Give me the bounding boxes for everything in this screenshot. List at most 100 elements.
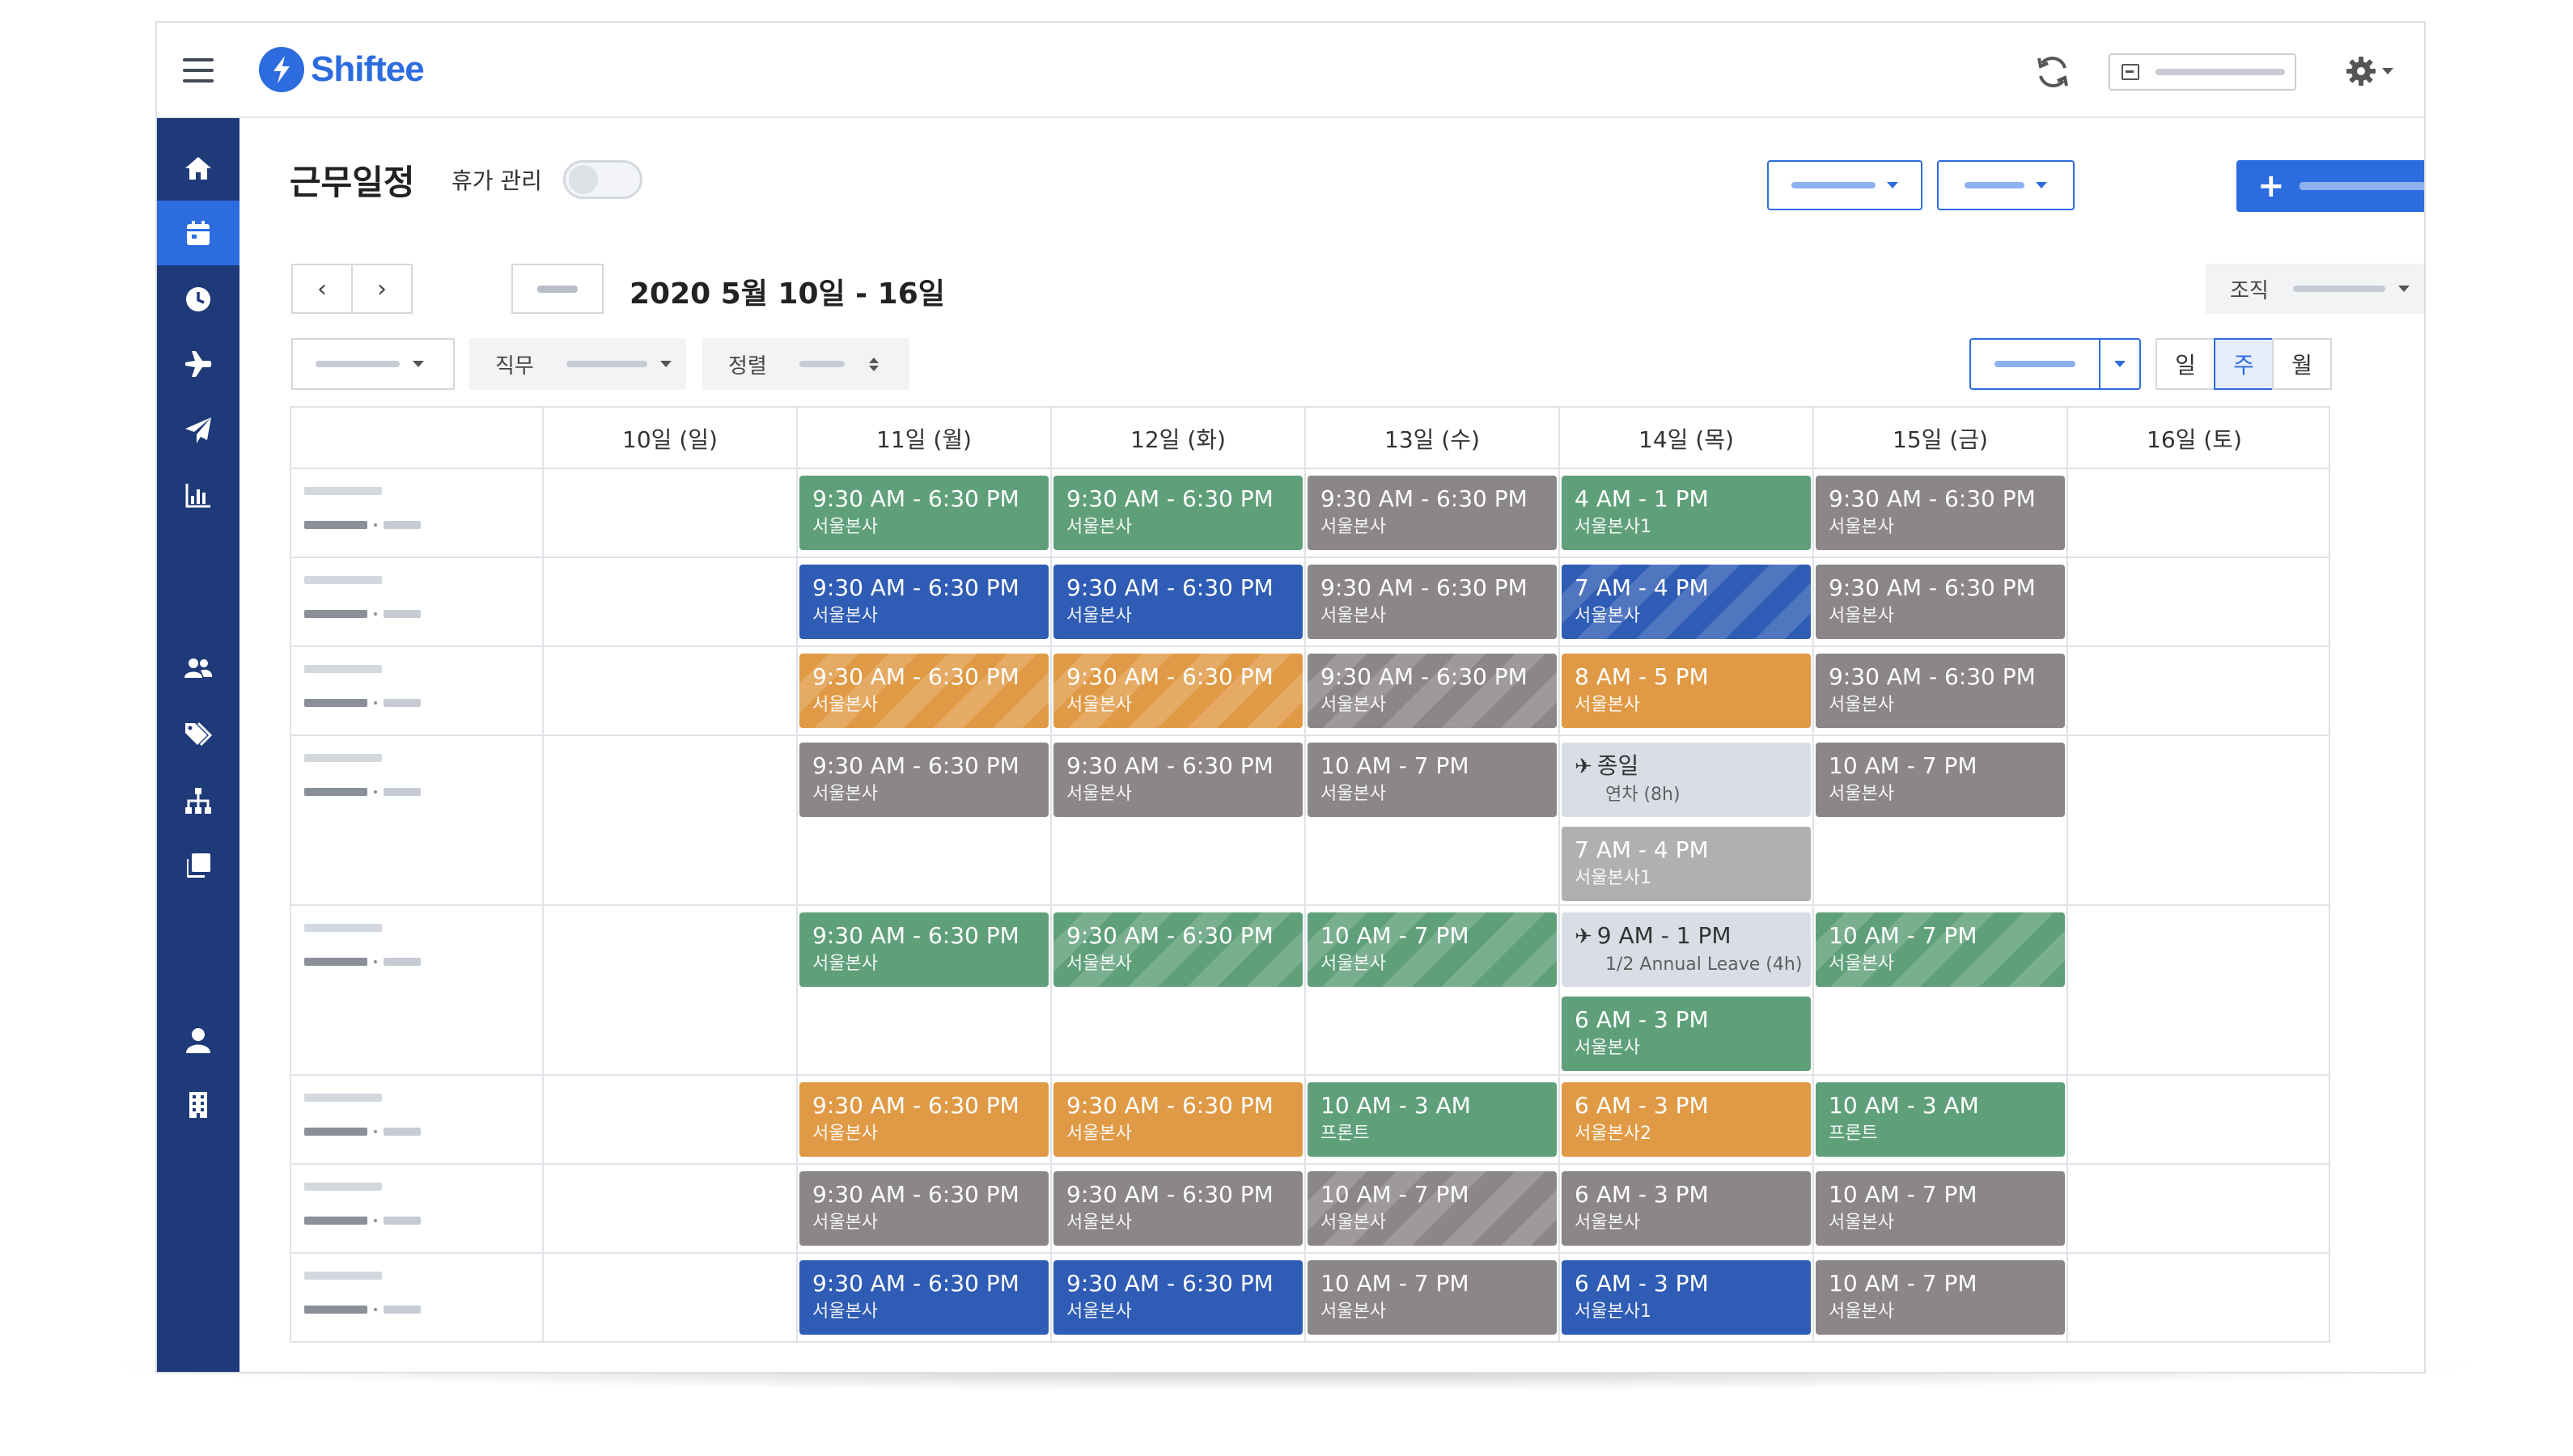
next-week-button[interactable]: ›	[351, 264, 413, 314]
day-header[interactable]: 16일 (토)	[2066, 408, 2321, 469]
shift-block[interactable]: 9:30 AM - 6:30 PM 서울본사	[799, 476, 1049, 550]
settings-menu[interactable]	[2345, 55, 2393, 87]
view-type-select[interactable]	[1969, 338, 2141, 390]
sidebar-item-home[interactable]	[157, 136, 239, 201]
leave-toggle[interactable]	[563, 160, 642, 199]
airplane-icon: ✈	[1575, 925, 1592, 949]
day-header[interactable]: 10일 (일)	[542, 408, 796, 469]
shift-block[interactable]: 9:30 AM - 6:30 PM 서울본사	[1053, 743, 1303, 817]
shift-location: 프론트	[1829, 1124, 1878, 1144]
dropdown-button-2[interactable]	[1937, 160, 2075, 210]
shift-block[interactable]: 9:30 AM - 6:30 PM 서울본사	[1308, 654, 1557, 728]
job-filter-select[interactable]: 직무	[469, 338, 686, 390]
today-button[interactable]	[511, 264, 604, 314]
shift-block[interactable]: 9:30 AM - 6:30 PM 서울본사	[799, 743, 1049, 817]
shift-block[interactable]: 9:30 AM - 6:30 PM 서울본사	[1308, 476, 1557, 550]
day-header[interactable]: 11일 (월)	[796, 408, 1050, 469]
shift-block[interactable]: 9:30 AM - 6:30 PM 서울본사	[799, 912, 1049, 987]
shift-block[interactable]: 9:30 AM - 6:30 PM 서울본사	[799, 1260, 1049, 1335]
shift-block[interactable]: 7 AM - 4 PM 서울본사	[1562, 565, 1811, 639]
employee-name-placeholder[interactable]	[304, 1183, 421, 1227]
add-schedule-button[interactable]: +	[2236, 160, 2424, 212]
sidebar-item-organization[interactable]	[157, 768, 239, 833]
column-divider	[796, 1254, 798, 1341]
org-select[interactable]: 조직	[2206, 264, 2424, 314]
user-menu-box[interactable]	[2109, 53, 2296, 91]
shift-block[interactable]: 9:30 AM - 6:30 PM 서울본사	[1053, 654, 1303, 728]
shift-block[interactable]: 6 AM - 3 PM 서울본사2	[1562, 1082, 1811, 1157]
column-divider	[542, 558, 544, 645]
shift-block[interactable]: 9:30 AM - 6:30 PM 서울본사	[799, 654, 1049, 728]
shift-block[interactable]: 10 AM - 3 AM 프론트	[1308, 1082, 1557, 1157]
shift-block[interactable]: 9:30 AM - 6:30 PM 서울본사	[1053, 565, 1303, 639]
shift-block[interactable]: 9:30 AM - 6:30 PM 서울본사	[1053, 1171, 1303, 1246]
employee-name-placeholder[interactable]	[304, 1094, 421, 1138]
employee-name-placeholder[interactable]	[304, 1272, 421, 1316]
shift-block[interactable]: 9:30 AM - 6:30 PM 서울본사	[1816, 476, 2065, 550]
view-day-button[interactable]: 일	[2155, 338, 2215, 390]
shift-block[interactable]: 9:30 AM - 6:30 PM 서울본사	[1816, 565, 2065, 639]
shift-block[interactable]: 9:30 AM - 6:30 PM 서울본사	[1053, 476, 1303, 550]
sidebar-item-templates[interactable]	[157, 833, 239, 898]
view-month-button[interactable]: 월	[2272, 338, 2332, 390]
shift-block[interactable]: 6 AM - 3 PM 서울본사	[1562, 997, 1811, 1071]
sort-select[interactable]: 정렬	[702, 338, 909, 390]
sidebar-item-employees[interactable]	[157, 636, 239, 700]
shift-block[interactable]: 10 AM - 7 PM 서울본사	[1816, 1171, 2065, 1246]
employee-name-placeholder[interactable]	[304, 576, 421, 620]
day-header[interactable]: 12일 (화)	[1050, 408, 1304, 469]
shift-block[interactable]: 9:30 AM - 6:30 PM 서울본사	[1053, 1260, 1303, 1335]
leave-block[interactable]: ✈ 종일 연차 (8h)	[1562, 743, 1811, 817]
shift-block[interactable]: 9:30 AM - 6:30 PM 서울본사	[1053, 912, 1303, 987]
day-header[interactable]: 13일 (수)	[1304, 408, 1558, 469]
shift-block[interactable]: 10 AM - 3 AM 프론트	[1816, 1082, 2065, 1157]
shift-block[interactable]: 9:30 AM - 6:30 PM 서울본사	[1053, 1082, 1303, 1157]
shift-block[interactable]: 6 AM - 3 PM 서울본사	[1562, 1171, 1811, 1246]
grid-header: 10일 (일) 11일 (월) 12일 (화) 13일 (수) 14일 (목) 15일 (…	[290, 406, 2330, 469]
prev-week-button[interactable]: ‹	[291, 264, 353, 314]
employee-name-placeholder[interactable]	[304, 665, 421, 709]
sidebar-item-requests[interactable]	[157, 398, 239, 463]
sidebar-item-reports[interactable]	[157, 463, 239, 527]
leave-block[interactable]: ✈ 9 AM - 1 PM 1/2 Annual Leave (4h)	[1562, 912, 1811, 987]
filter-select[interactable]	[291, 338, 455, 390]
sidebar-item-attendance[interactable]	[157, 267, 239, 332]
shift-block[interactable]: 6 AM - 3 PM 서울본사1	[1562, 1260, 1811, 1335]
day-header[interactable]: 14일 (목)	[1558, 408, 1812, 469]
column-divider	[1558, 1254, 1560, 1341]
shift-block[interactable]: 10 AM - 7 PM 서울본사	[1816, 912, 2065, 987]
shift-block[interactable]: 10 AM - 7 PM 서울본사	[1816, 743, 2065, 817]
employee-name-placeholder[interactable]	[304, 924, 421, 968]
shift-block[interactable]: 9:30 AM - 6:30 PM 서울본사	[799, 565, 1049, 639]
hamburger-icon[interactable]	[183, 58, 214, 83]
shift-time-text: 9 AM - 1 PM	[1596, 922, 1732, 949]
employee-name-placeholder[interactable]	[304, 754, 421, 798]
column-divider	[1304, 736, 1306, 904]
sidebar-item-leave[interactable]	[157, 332, 239, 396]
shift-block[interactable]: 9:30 AM - 6:30 PM 서울본사	[799, 1171, 1049, 1246]
logo[interactable]: Shiftee	[259, 47, 425, 92]
shift-block[interactable]: 4 AM - 1 PM 서울본사1	[1562, 476, 1811, 550]
column-divider	[1812, 647, 1814, 734]
sidebar-item-schedule[interactable]	[157, 201, 239, 265]
view-week-button[interactable]: 주	[2214, 338, 2274, 390]
shift-block[interactable]: 10 AM - 7 PM 서울본사	[1816, 1260, 2065, 1335]
shift-block[interactable]: 8 AM - 5 PM 서울본사	[1562, 654, 1811, 728]
day-header[interactable]: 15일 (금)	[1812, 408, 2066, 469]
dropdown-button-1[interactable]	[1767, 160, 1922, 210]
sidebar-item-tags[interactable]	[157, 702, 239, 767]
shift-block[interactable]: 9:30 AM - 6:30 PM 서울본사	[1308, 565, 1557, 639]
shift-block[interactable]: 9:30 AM - 6:30 PM 서울본사	[1816, 654, 2065, 728]
employee-name-placeholder[interactable]	[304, 487, 421, 531]
shift-time: 10 AM - 7 PM	[1320, 751, 1544, 781]
sidebar-item-company[interactable]	[157, 1073, 239, 1137]
shift-block[interactable]: 10 AM - 7 PM 서울본사	[1308, 1260, 1557, 1335]
sidebar-item-profile[interactable]	[157, 1008, 239, 1073]
shift-block[interactable]: 10 AM - 7 PM 서울본사	[1308, 912, 1557, 987]
shift-block[interactable]: 10 AM - 7 PM 서울본사	[1308, 743, 1557, 817]
shift-block[interactable]: 10 AM - 7 PM 서울본사	[1308, 1171, 1557, 1246]
shift-block[interactable]: 9:30 AM - 6:30 PM 서울본사	[799, 1082, 1049, 1157]
view-type-caret[interactable]	[2100, 340, 2139, 388]
shift-block[interactable]: 7 AM - 4 PM 서울본사1	[1562, 827, 1811, 901]
refresh-icon[interactable]	[2033, 52, 2073, 92]
